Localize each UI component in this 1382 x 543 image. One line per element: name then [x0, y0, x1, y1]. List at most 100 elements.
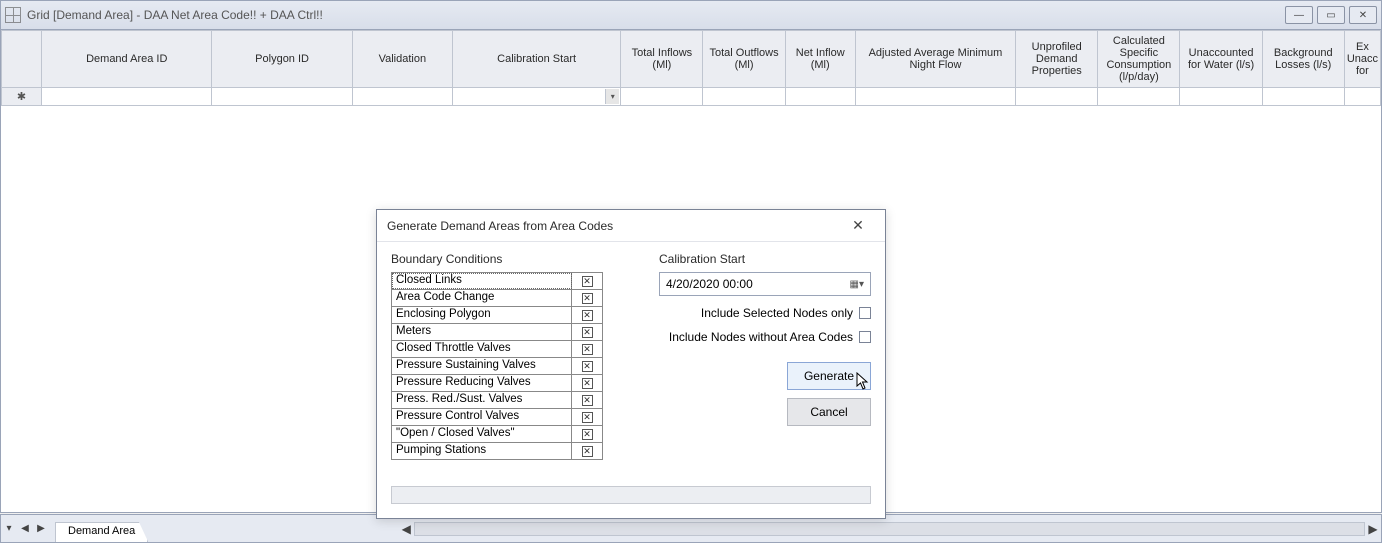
cell-validation[interactable] [352, 88, 452, 106]
checked-icon: ✕ [582, 310, 593, 321]
boundary-item-checkbox[interactable]: ✕ [572, 273, 602, 289]
col-total-inflows[interactable]: Total Inflows (Ml) [621, 31, 703, 88]
boundary-item-label: Area Code Change [392, 290, 572, 306]
boundary-item-checkbox[interactable]: ✕ [572, 443, 602, 459]
checked-icon: ✕ [582, 412, 593, 423]
boundary-row[interactable]: Closed Throttle Valves ✕ [392, 341, 602, 358]
dialog-title: Generate Demand Areas from Area Codes [387, 219, 613, 233]
cell-polygon-id[interactable] [212, 88, 352, 106]
cell-demand-area-id[interactable] [42, 88, 212, 106]
boundary-item-label: Pumping Stations [392, 443, 572, 459]
cell-calibration-start[interactable]: ▾ [452, 88, 620, 106]
boundary-item-label: "Open / Closed Valves" [392, 426, 572, 442]
boundary-item-checkbox[interactable]: ✕ [572, 307, 602, 323]
col-unprofiled-demand[interactable]: Unprofiled Demand Properties [1016, 31, 1098, 88]
boundary-row[interactable]: Area Code Change ✕ [392, 290, 602, 307]
checked-icon: ✕ [582, 378, 593, 389]
boundary-item-label: Closed Throttle Valves [392, 341, 572, 357]
generate-button[interactable]: Generate [787, 362, 871, 390]
checked-icon: ✕ [582, 327, 593, 338]
scroll-right-icon[interactable]: ▶ [1365, 522, 1381, 536]
boundary-row[interactable]: Pressure Reducing Valves ✕ [392, 375, 602, 392]
col-polygon-id[interactable]: Polygon ID [212, 31, 352, 88]
horizontal-scrollbar[interactable]: ◀ ▶ [398, 515, 1381, 542]
boundary-item-label: Closed Links [392, 273, 572, 289]
checked-icon: ✕ [582, 344, 593, 355]
boundary-item-checkbox[interactable]: ✕ [572, 358, 602, 374]
boundary-item-checkbox[interactable]: ✕ [572, 324, 602, 340]
window-titlebar: Grid [Demand Area] - DAA Net Area Code!!… [0, 0, 1382, 30]
col-unaccounted-water[interactable]: Unaccounted for Water (l/s) [1180, 31, 1262, 88]
generate-demand-areas-dialog: Generate Demand Areas from Area Codes ✕ … [376, 209, 886, 519]
cell-total-inflows[interactable] [621, 88, 703, 106]
boundary-item-checkbox[interactable]: ✕ [572, 375, 602, 391]
boundary-row[interactable]: Pumping Stations✕ [392, 443, 602, 460]
close-window-button[interactable]: ✕ [1349, 6, 1377, 24]
cell-adj-min-night-flow[interactable] [855, 88, 1015, 106]
calendar-icon[interactable]: ▦▾ [850, 279, 864, 290]
boundary-row[interactable]: Press. Red./Sust. Valves ✕ [392, 392, 602, 409]
chevron-down-icon[interactable]: ▾ [605, 89, 619, 104]
boundary-item-checkbox[interactable]: ✕ [572, 409, 602, 425]
boundary-conditions-table: Closed Links✕Area Code Change✕Enclosing … [391, 272, 603, 460]
boundary-row[interactable]: "Open / Closed Valves" ✕ [392, 426, 602, 443]
boundary-item-label: Pressure Reducing Valves [392, 375, 572, 391]
cancel-button[interactable]: Cancel [787, 398, 871, 426]
tab-nav-dropdown[interactable]: ▾ [1, 521, 17, 537]
row-header-blank [2, 31, 42, 88]
boundary-item-checkbox[interactable]: ✕ [572, 392, 602, 408]
col-total-outflows[interactable]: Total Outflows (Ml) [703, 31, 785, 88]
col-validation[interactable]: Validation [352, 31, 452, 88]
cell-unprofiled-demand[interactable] [1016, 88, 1098, 106]
demand-area-grid[interactable]: Demand Area ID Polygon ID Validation Cal… [1, 30, 1381, 106]
boundary-item-label: Enclosing Polygon [392, 307, 572, 323]
boundary-item-checkbox[interactable]: ✕ [572, 341, 602, 357]
boundary-item-label: Press. Red./Sust. Valves [392, 392, 572, 408]
boundary-item-label: Pressure Sustaining Valves [392, 358, 572, 374]
calibration-start-input[interactable]: 4/20/2020 00:00 ▦▾ [659, 272, 871, 296]
boundary-row[interactable]: Enclosing Polygon ✕ [392, 307, 602, 324]
dialog-close-button[interactable]: ✕ [841, 216, 875, 236]
col-calc-specific-consumption[interactable]: Calculated Specific Consumption (l/p/day… [1098, 31, 1180, 88]
boundary-conditions-label: Boundary Conditions [391, 252, 603, 266]
include-nodes-no-area-checkbox[interactable] [859, 331, 871, 343]
new-row-marker[interactable]: ✱ [2, 88, 42, 106]
col-net-inflow[interactable]: Net Inflow (Ml) [785, 31, 855, 88]
boundary-row[interactable]: Closed Links ✕ [392, 273, 602, 290]
checked-icon: ✕ [582, 395, 593, 406]
col-calibration-start[interactable]: Calibration Start [452, 31, 620, 88]
boundary-item-checkbox[interactable]: ✕ [572, 290, 602, 306]
boundary-row[interactable]: Meters✕ [392, 324, 602, 341]
include-selected-nodes-label: Include Selected Nodes only [701, 306, 853, 320]
boundary-row[interactable]: Pressure Sustaining Valves✕ [392, 358, 602, 375]
col-demand-area-id[interactable]: Demand Area ID [42, 31, 212, 88]
minimize-button[interactable]: — [1285, 6, 1313, 24]
scroll-left-icon[interactable]: ◀ [398, 522, 414, 536]
cell-calc-specific-consumption[interactable] [1098, 88, 1180, 106]
cell-unaccounted-water[interactable] [1180, 88, 1262, 106]
cell-extra-unacc[interactable] [1344, 88, 1380, 106]
boundary-item-label: Pressure Control Valves [392, 409, 572, 425]
col-extra-unacc[interactable]: Ex Unacc for [1344, 31, 1380, 88]
col-background-losses[interactable]: Background Losses (l/s) [1262, 31, 1344, 88]
dialog-titlebar: Generate Demand Areas from Area Codes ✕ [377, 210, 885, 242]
sheet-tab-demand-area[interactable]: Demand Area [55, 522, 148, 542]
cell-background-losses[interactable] [1262, 88, 1344, 106]
checked-icon: ✕ [582, 276, 593, 287]
include-selected-nodes-checkbox[interactable] [859, 307, 871, 319]
boundary-item-checkbox[interactable]: ✕ [572, 426, 602, 442]
maximize-button[interactable]: ▭ [1317, 6, 1345, 24]
calibration-start-value: 4/20/2020 00:00 [666, 277, 753, 291]
cell-net-inflow[interactable] [785, 88, 855, 106]
tab-nav-next[interactable]: ▶ [33, 521, 49, 537]
boundary-row[interactable]: Pressure Control Valves ✕ [392, 409, 602, 426]
window-title: Grid [Demand Area] - DAA Net Area Code!!… [27, 8, 323, 22]
scroll-track[interactable] [414, 522, 1365, 536]
cell-total-outflows[interactable] [703, 88, 785, 106]
calibration-start-label: Calibration Start [659, 252, 871, 266]
tab-nav-prev[interactable]: ◀ [17, 521, 33, 537]
col-adj-min-night-flow[interactable]: Adjusted Average Minimum Night Flow [855, 31, 1015, 88]
checked-icon: ✕ [582, 293, 593, 304]
progress-bar [391, 486, 871, 504]
checked-icon: ✕ [582, 429, 593, 440]
